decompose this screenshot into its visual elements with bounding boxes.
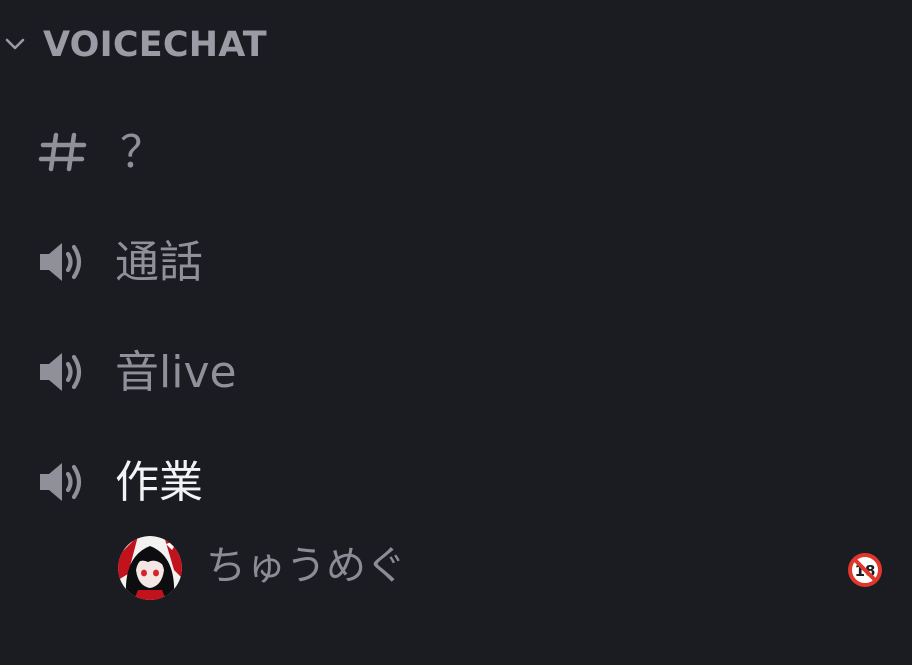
channel-question[interactable]: ？	[20, 112, 890, 192]
no-under-18-icon: 18	[848, 553, 882, 587]
channel-otolive[interactable]: 音live	[20, 332, 890, 412]
member-name: ちゅうめぐ	[206, 543, 406, 589]
category-label: VOICECHAT	[43, 25, 267, 65]
channel-tsuwa[interactable]: 通話	[20, 222, 890, 302]
channel-name: 音live	[115, 347, 237, 398]
channel-sagyou[interactable]: 作業	[20, 442, 890, 522]
hash-icon	[38, 132, 87, 172]
avatar[interactable]	[118, 536, 182, 600]
category-voicechat[interactable]: VOICECHAT	[0, 14, 600, 74]
speaker-icon	[40, 243, 82, 281]
speaker-icon	[40, 353, 82, 391]
voice-member[interactable]: ちゅうめぐ 18	[110, 530, 890, 606]
speaker-icon	[40, 463, 82, 501]
channel-name: 通話	[115, 237, 203, 288]
channel-list: VOICECHAT ？ 通話 音live 作業 ちゅうめぐ	[0, 0, 912, 665]
chevron-down-icon	[5, 38, 25, 50]
channel-name: ？	[120, 127, 164, 178]
channel-name: 作業	[115, 457, 203, 508]
